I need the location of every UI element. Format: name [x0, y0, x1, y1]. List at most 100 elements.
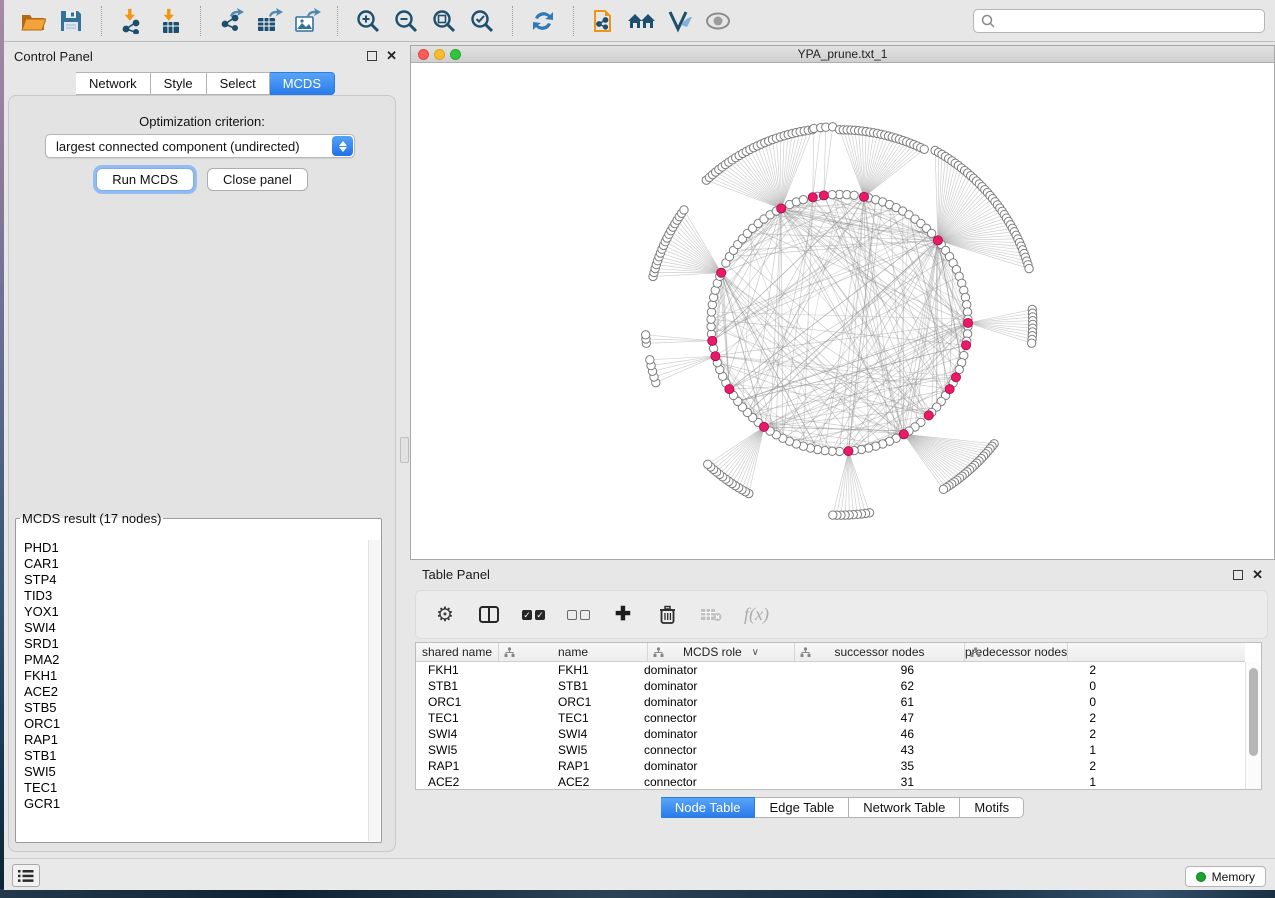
mcds-result-item[interactable]: SWI4 [17, 620, 368, 636]
hide-graphics-details-icon[interactable] [665, 6, 695, 36]
network-graph[interactable] [411, 63, 1274, 559]
cell-successor-nodes[interactable]: 96 [785, 662, 932, 678]
mcds-result-item[interactable]: CAR1 [17, 556, 368, 572]
cell-name[interactable]: SWI4 [553, 726, 636, 742]
mcds-result-list[interactable]: PHD1CAR1STP4TID3YOX1SWI4SRD1PMA2FKH1ACE2… [17, 540, 368, 841]
mcds-result-item[interactable]: TEC1 [17, 780, 368, 796]
table-row[interactable]: FKH1 FKH1 dominator 96 2 [416, 662, 1245, 678]
cell-successor-nodes[interactable]: 46 [785, 726, 932, 742]
cell-predecessor-nodes[interactable]: 2 [932, 726, 1102, 742]
cell-mcds-role[interactable]: dominator [636, 662, 785, 678]
show-columns-icon[interactable] [478, 606, 500, 623]
export-network-icon[interactable] [216, 6, 246, 36]
mcds-result-item[interactable]: GCR1 [17, 796, 368, 812]
cell-name[interactable]: TEC1 [553, 710, 636, 726]
search-input[interactable] [996, 11, 1264, 31]
criterion-select[interactable]: largest connected component (undirected) [45, 134, 355, 158]
cell-name[interactable]: SWI5 [553, 742, 636, 758]
cell-mcds-role[interactable]: dominator [636, 758, 785, 774]
column-header[interactable]: successor nodes ∨ [795, 643, 965, 661]
mcds-result-item[interactable]: SRD1 [17, 636, 368, 652]
control-panel-tab[interactable]: Style [151, 72, 207, 95]
cell-predecessor-nodes[interactable]: 2 [932, 758, 1102, 774]
cell-name[interactable]: ACE2 [553, 774, 636, 789]
cell-mcds-role[interactable]: connector [636, 742, 785, 758]
cell-mcds-role[interactable]: dominator [636, 726, 785, 742]
control-panel-tab[interactable]: MCDS [270, 72, 335, 95]
cell-mcds-role[interactable]: connector [636, 774, 785, 789]
share-document-icon[interactable] [589, 6, 619, 36]
export-image-icon[interactable] [292, 6, 322, 36]
add-column-icon[interactable]: ✚ [612, 603, 634, 626]
task-history-button[interactable] [12, 864, 40, 887]
cell-predecessor-nodes[interactable]: 0 [932, 678, 1102, 694]
cell-shared-name[interactable]: SWI5 [416, 742, 553, 758]
show-graphics-details-icon[interactable] [703, 6, 733, 36]
mcds-result-item[interactable]: STB5 [17, 700, 368, 716]
table-row[interactable]: SWI5 SWI5 connector 43 1 [416, 742, 1245, 758]
export-table-icon[interactable] [254, 6, 284, 36]
table-type-tab[interactable]: Node Table [661, 797, 756, 818]
cell-predecessor-nodes[interactable]: 0 [932, 694, 1102, 710]
cell-predecessor-nodes[interactable]: 2 [932, 710, 1102, 726]
table-row[interactable]: TEC1 TEC1 connector 47 2 [416, 710, 1245, 726]
table-row[interactable]: ORC1 ORC1 dominator 61 0 [416, 694, 1245, 710]
panel-splitter-handle[interactable] [400, 437, 409, 463]
mcds-result-item[interactable]: ORC1 [17, 716, 368, 732]
network-overview-icon[interactable] [627, 6, 657, 36]
table-type-tab[interactable]: Motifs [960, 797, 1024, 818]
cell-successor-nodes[interactable]: 43 [785, 742, 932, 758]
mcds-result-item[interactable]: TID3 [17, 588, 368, 604]
column-header[interactable]: MCDS role ∨ [648, 643, 795, 661]
cell-name[interactable]: FKH1 [553, 662, 636, 678]
cell-successor-nodes[interactable]: 61 [785, 694, 932, 710]
mcds-result-item[interactable]: STB1 [17, 748, 368, 764]
run-mcds-button[interactable]: Run MCDS [96, 168, 194, 191]
cell-successor-nodes[interactable]: 47 [785, 710, 932, 726]
cell-predecessor-nodes[interactable]: 1 [932, 774, 1102, 789]
cell-shared-name[interactable]: STB1 [416, 678, 553, 694]
save-session-icon[interactable] [56, 6, 86, 36]
cell-predecessor-nodes[interactable]: 2 [932, 662, 1102, 678]
table-type-tab[interactable]: Network Table [849, 797, 960, 818]
mcds-result-item[interactable]: ACE2 [17, 684, 368, 700]
zoom-out-icon[interactable] [391, 6, 421, 36]
table-settings-icon[interactable]: ⚙ [434, 605, 456, 625]
cell-name[interactable]: STB1 [553, 678, 636, 694]
cell-shared-name[interactable]: TEC1 [416, 710, 553, 726]
mcds-result-item[interactable]: STP4 [17, 572, 368, 588]
table-row[interactable]: STB1 STB1 dominator 62 0 [416, 678, 1245, 694]
cell-mcds-role[interactable]: dominator [636, 678, 785, 694]
import-network-icon[interactable] [117, 6, 147, 36]
zoom-selected-icon[interactable] [467, 6, 497, 36]
mcds-list-scrollbar[interactable] [368, 540, 380, 841]
cell-predecessor-nodes[interactable]: 1 [932, 742, 1102, 758]
cell-shared-name[interactable]: FKH1 [416, 662, 553, 678]
table-row[interactable]: RAP1 RAP1 dominator 35 2 [416, 758, 1245, 774]
close-panel-icon[interactable]: ✕ [1252, 570, 1263, 580]
select-all-rows-icon[interactable]: ✓ ✓ [522, 610, 545, 620]
cell-successor-nodes[interactable]: 35 [785, 758, 932, 774]
table-scrollbar-thumb[interactable] [1249, 668, 1258, 756]
cell-successor-nodes[interactable]: 31 [785, 774, 932, 789]
mcds-result-item[interactable]: PMA2 [17, 652, 368, 668]
column-header[interactable]: predecessor nodes ∨ [965, 643, 1068, 661]
column-header[interactable]: shared name ∨ [416, 643, 499, 661]
mcds-result-item[interactable]: PHD1 [17, 540, 368, 556]
table-scrollbar[interactable] [1245, 662, 1261, 789]
control-panel-tab[interactable]: Select [207, 72, 270, 95]
table-row[interactable]: ACE2 ACE2 connector 31 1 [416, 774, 1245, 789]
cell-name[interactable]: RAP1 [553, 758, 636, 774]
cell-mcds-role[interactable]: dominator [636, 694, 785, 710]
cell-shared-name[interactable]: ACE2 [416, 774, 553, 789]
close-panel-button[interactable]: Close panel [207, 168, 308, 191]
control-panel-tab[interactable]: Network [76, 72, 151, 95]
zoom-in-icon[interactable] [353, 6, 383, 36]
cell-successor-nodes[interactable]: 62 [785, 678, 932, 694]
cell-shared-name[interactable]: SWI4 [416, 726, 553, 742]
mcds-result-item[interactable]: FKH1 [17, 668, 368, 684]
table-type-tab[interactable]: Edge Table [755, 797, 849, 818]
deselect-all-rows-icon[interactable] [567, 610, 590, 620]
zoom-fit-icon[interactable] [429, 6, 459, 36]
mcds-result-item[interactable]: SWI5 [17, 764, 368, 780]
